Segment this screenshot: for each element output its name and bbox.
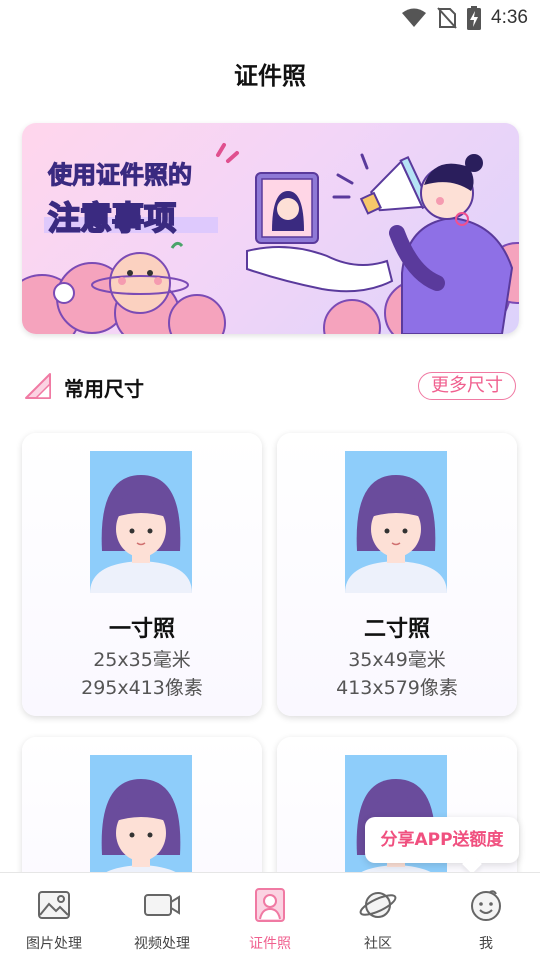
portrait-thumbnail	[90, 451, 192, 593]
tab-label: 证件照	[249, 936, 291, 952]
wifi-icon	[402, 8, 427, 27]
no-sim-icon	[437, 7, 457, 29]
status-bar: 4:36	[0, 0, 540, 36]
tab-id-photo[interactable]: 证件照	[216, 873, 324, 960]
card-title: 一寸照	[108, 617, 175, 642]
card-size-px: 295x413像素	[81, 677, 203, 699]
tab-label: 视频处理	[134, 936, 190, 952]
status-time: 4:36	[491, 7, 528, 28]
banner-line2: 注意事项	[48, 199, 176, 237]
video-camera-icon	[144, 894, 180, 916]
tab-community[interactable]: 社区	[324, 873, 432, 960]
banner-line1: 使用证件照的	[47, 161, 192, 189]
card-size-px: 413x579像素	[336, 677, 458, 699]
portrait-thumbnail	[345, 451, 447, 593]
section-header: 常用尺寸 更多尺寸	[22, 368, 519, 404]
banner-illustration: 使用证件照的 注意事项	[22, 143, 519, 334]
section-title: 常用尺寸	[64, 377, 144, 401]
id-photo-icon	[255, 888, 285, 922]
size-card-2inch[interactable]: 二寸照 35x49毫米 413x579像素	[277, 433, 517, 716]
tab-me[interactable]: 我	[432, 873, 540, 960]
tab-label: 我	[479, 936, 493, 952]
battery-charging-icon	[467, 6, 482, 30]
share-app-bubble[interactable]: 分享APP送额度	[365, 817, 519, 863]
tab-image-processing[interactable]: 图片处理	[0, 873, 108, 960]
size-card-1inch[interactable]: 一寸照 25x35毫米 295x413像素	[22, 433, 262, 716]
card-title: 二寸照	[363, 617, 430, 642]
notice-banner[interactable]: 使用证件照的 注意事项	[22, 123, 519, 334]
tab-label: 图片处理	[26, 936, 82, 952]
ruler-triangle-icon	[25, 373, 51, 399]
tab-video-processing[interactable]: 视频处理	[108, 873, 216, 960]
card-size-mm: 35x49毫米	[348, 649, 446, 671]
page-title: 证件照	[234, 62, 306, 90]
smiley-face-icon	[471, 890, 501, 921]
status-icons: 4:36	[401, 5, 528, 31]
more-sizes-button[interactable]: 更多尺寸	[418, 372, 516, 400]
bottom-tab-bar: 图片处理 视频处理 证件照 社区 我	[0, 872, 540, 960]
image-icon	[38, 891, 70, 919]
tab-label: 社区	[364, 936, 392, 952]
planet-icon	[359, 892, 397, 918]
card-size-mm: 25x35毫米	[93, 649, 191, 671]
